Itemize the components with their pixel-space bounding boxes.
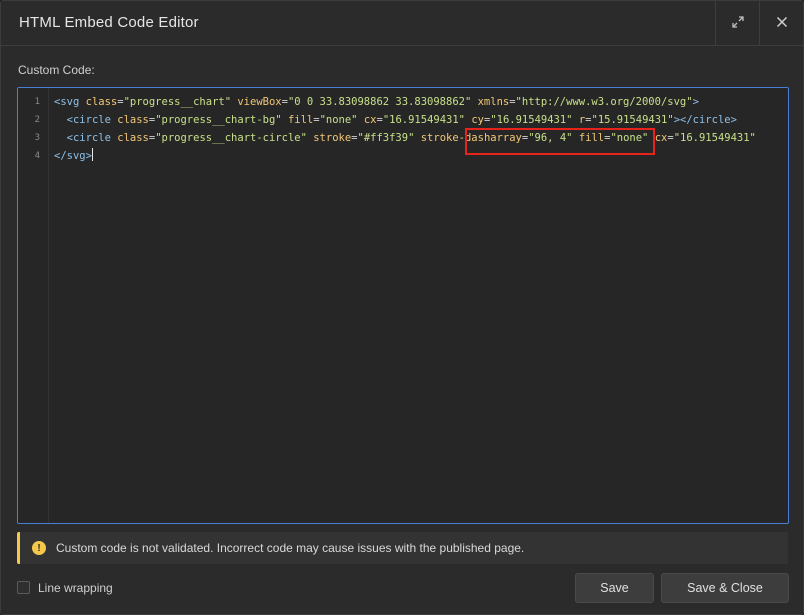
code-area[interactable]: <svg class="progress__chart" viewBox="0 …	[54, 88, 788, 523]
code-editor[interactable]: 1 2 3 4 <svg class="progress__chart" viewBo…	[17, 87, 789, 524]
code-token: "http://www.w3.org/2000/svg"	[515, 96, 693, 108]
warning-text: Custom code is not validated. Incorrect …	[56, 541, 525, 555]
code-token: >	[692, 96, 699, 108]
expand-arrows-icon	[731, 15, 744, 33]
code-token: class	[117, 132, 149, 144]
code-token: "progress__chart"	[123, 96, 232, 108]
line-wrapping-label[interactable]: Line wrapping	[38, 581, 113, 595]
custom-code-label: Custom Code:	[18, 63, 95, 77]
info-exclamation-icon: !	[32, 541, 46, 555]
line-number: 4	[34, 151, 40, 161]
code-token: <circle	[66, 114, 111, 126]
code-token: xmlns	[477, 96, 510, 108]
code-token: "16.91549431"	[490, 114, 573, 126]
code-token: ></circle>	[673, 114, 737, 126]
line-number: 2	[34, 115, 40, 125]
code-line[interactable]: <circle class="progress__chart-circle" s…	[54, 129, 756, 147]
dialog-titlebar: HTML Embed Code Editor	[1, 1, 803, 46]
code-token: <circle	[66, 132, 111, 144]
code-token: class	[85, 96, 118, 108]
code-token: stroke	[313, 132, 352, 144]
dialog-title: HTML Embed Code Editor	[19, 14, 199, 31]
code-token: "none"	[319, 114, 358, 126]
code-token: cx	[363, 114, 377, 126]
code-line[interactable]: </svg>	[54, 147, 93, 165]
expand-button[interactable]	[715, 1, 759, 46]
code-token: "progress__chart-bg"	[155, 114, 282, 126]
save-button[interactable]: Save	[575, 573, 654, 603]
code-token: cy	[471, 114, 484, 126]
code-line[interactable]: <svg class="progress__chart" viewBox="0 …	[54, 93, 699, 111]
text-cursor	[91, 148, 93, 161]
code-token: "progress__chart-circle"	[155, 132, 307, 144]
code-token: stroke-dasharray	[420, 132, 522, 144]
save-and-close-button[interactable]: Save & Close	[661, 573, 789, 603]
html-embed-dialog: HTML Embed Code Editor Custom Code: 1 2 3 4…	[0, 0, 804, 615]
code-token: <svg	[54, 96, 80, 108]
line-number: 1	[34, 97, 40, 107]
validation-warning: ! Custom code is not validated. Incorrec…	[17, 532, 788, 564]
code-token: "96, 4"	[528, 132, 573, 144]
code-token: "0 0 33.83098862 33.83098862"	[287, 96, 472, 108]
close-x-icon	[776, 15, 788, 33]
code-token: </svg>	[54, 150, 92, 162]
code-token: "#ff3f39"	[357, 132, 415, 144]
code-token: fill	[287, 114, 314, 126]
line-number: 3	[34, 133, 40, 143]
code-token: class	[117, 114, 149, 126]
code-token: "none"	[610, 132, 649, 144]
code-token: "15.91549431"	[591, 114, 674, 126]
code-token: "16.91549431"	[673, 132, 756, 144]
code-line[interactable]: <circle class="progress__chart-bg" fill=…	[54, 111, 737, 129]
line-wrapping-checkbox[interactable]	[17, 581, 30, 594]
code-token: viewBox	[237, 96, 282, 108]
code-token: fill	[578, 132, 605, 144]
code-token: "16.91549431"	[382, 114, 466, 126]
code-token: cx	[654, 132, 668, 144]
line-number-gutter: 1 2 3 4	[18, 88, 49, 523]
close-button[interactable]	[759, 1, 803, 46]
